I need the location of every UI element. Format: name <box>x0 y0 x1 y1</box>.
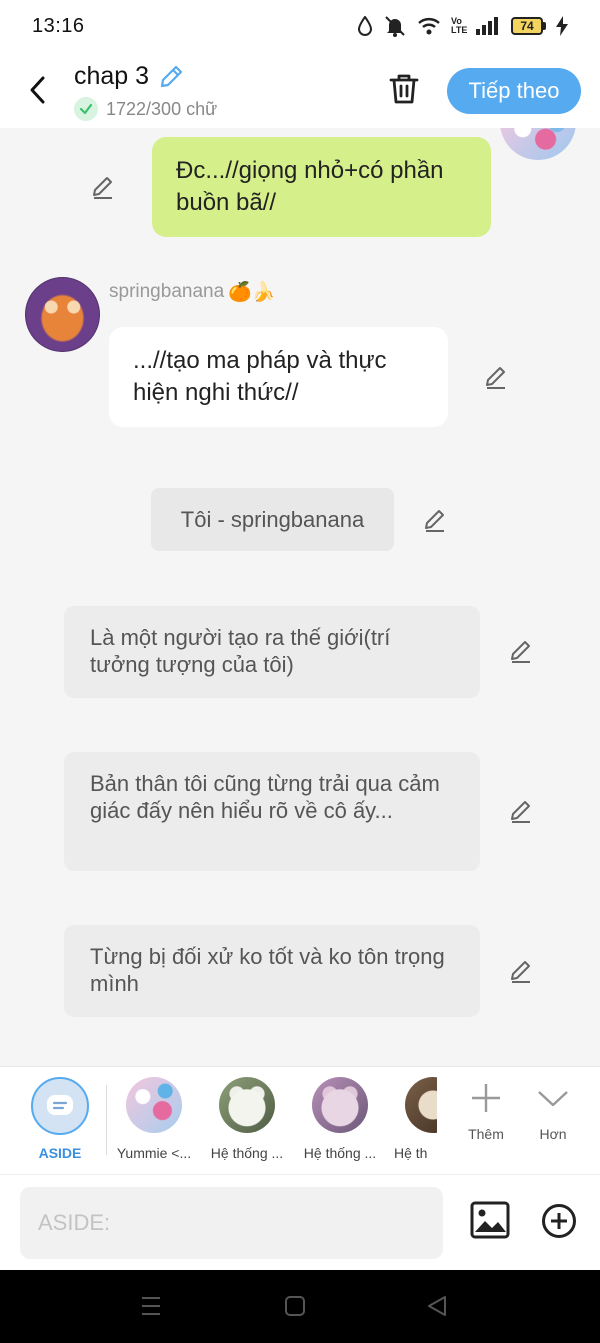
plus-icon <box>472 1084 500 1112</box>
header: chap 3 1722/300 chữ Tiếp theo <box>0 52 600 128</box>
speaker-pill[interactable]: Tôi - springbanana <box>151 488 394 551</box>
sender-name-label: springbanana <box>109 281 225 302</box>
home-icon[interactable] <box>284 1294 306 1318</box>
message-bubble[interactable]: ...//tạo ma pháp và thực hiện nghi thức/… <box>109 327 448 427</box>
character-aside[interactable]: ASIDE <box>18 1077 102 1161</box>
avatar <box>219 1077 275 1133</box>
edit-message-icon[interactable] <box>508 798 534 824</box>
status-time: 13:16 <box>32 14 85 37</box>
delete-button[interactable] <box>387 72 421 111</box>
volte-label: Vo LTE <box>451 16 468 35</box>
system-nav-bar <box>0 1270 600 1343</box>
edit-message-icon[interactable] <box>483 364 509 390</box>
edit-message-icon[interactable] <box>508 638 534 664</box>
character-item[interactable]: Hệ thống ... <box>205 1077 289 1161</box>
water-drop-icon <box>357 16 373 36</box>
sender-emoji: 🍊🍌 <box>228 282 276 303</box>
plus-circle-icon <box>542 1204 576 1238</box>
back-nav-icon[interactable] <box>426 1294 448 1318</box>
message-input[interactable] <box>20 1187 443 1259</box>
edit-message-icon[interactable] <box>422 507 448 533</box>
next-button[interactable]: Tiếp theo <box>447 68 581 114</box>
avatar <box>405 1077 437 1133</box>
edit-message-icon[interactable] <box>90 174 116 200</box>
add-character-button[interactable]: Thêm <box>456 1081 516 1142</box>
character-name: Yummie <... <box>116 1145 192 1161</box>
image-icon <box>470 1201 510 1239</box>
menu-icon[interactable] <box>140 1294 162 1318</box>
more-options-button[interactable] <box>541 1203 577 1244</box>
input-row <box>0 1174 600 1270</box>
insert-image-button[interactable] <box>470 1201 510 1244</box>
wifi-icon <box>418 18 440 35</box>
chat-bubble-icon <box>47 1095 73 1115</box>
more-label: Hơn <box>539 1126 567 1142</box>
sender-name: springbanana 🍊🍌 <box>109 280 275 304</box>
word-count: 1722/300 chữ <box>106 98 218 119</box>
avatar <box>126 1077 182 1133</box>
message-bubble[interactable]: Đc...//giọng nhỏ+có phần buồn bã// <box>152 137 491 237</box>
character-name: Hệ thống ... <box>303 1145 377 1161</box>
avatar[interactable] <box>500 128 576 160</box>
page-title: chap 3 <box>74 62 150 90</box>
status-icons: Vo LTE 74 <box>357 15 568 37</box>
narration-bubble[interactable]: Bản thân tôi cũng từng trải qua cảm giác… <box>64 752 480 871</box>
aside-avatar <box>31 1077 89 1135</box>
charging-bolt-icon <box>556 16 568 36</box>
character-name: ASIDE <box>38 1145 82 1161</box>
character-name: Hệ th <box>394 1145 428 1161</box>
character-item[interactable]: Yummie <... <box>112 1077 196 1161</box>
character-item[interactable]: Hệ th <box>391 1077 437 1161</box>
character-item[interactable]: Hệ thống ... <box>298 1077 382 1161</box>
battery-level: 74 <box>511 17 543 35</box>
narration-bubble[interactable]: Là một người tạo ra thế giới(trí tưởng t… <box>64 606 480 698</box>
mute-icon <box>385 16 405 37</box>
battery-icon: 74 <box>511 17 546 35</box>
avatar[interactable] <box>25 277 100 352</box>
chevron-down-icon <box>538 1091 568 1107</box>
trash-icon <box>389 74 419 104</box>
expand-button[interactable]: Hơn <box>523 1081 583 1142</box>
edit-message-icon[interactable] <box>508 958 534 984</box>
narration-bubble[interactable]: Từng bị đối xử ko tốt và ko tôn trọng mì… <box>64 925 480 1017</box>
avatar <box>312 1077 368 1133</box>
chevron-left-icon <box>30 76 45 104</box>
check-icon <box>74 97 98 121</box>
divider <box>106 1085 107 1155</box>
status-bar: 13:16 Vo LTE 74 <box>0 0 600 52</box>
character-bar: ASIDE Yummie <... Hệ thống ... Hệ thống … <box>0 1066 600 1174</box>
edit-title-icon[interactable] <box>157 63 185 91</box>
chat-area[interactable]: Đc...//giọng nhỏ+có phần buồn bã// sprin… <box>0 128 600 1066</box>
title-block: chap 3 1722/300 chữ <box>74 62 217 121</box>
signal-icon <box>476 17 498 35</box>
back-button[interactable] <box>22 72 52 108</box>
add-label: Thêm <box>468 1126 504 1142</box>
character-name: Hệ thống ... <box>210 1145 284 1161</box>
